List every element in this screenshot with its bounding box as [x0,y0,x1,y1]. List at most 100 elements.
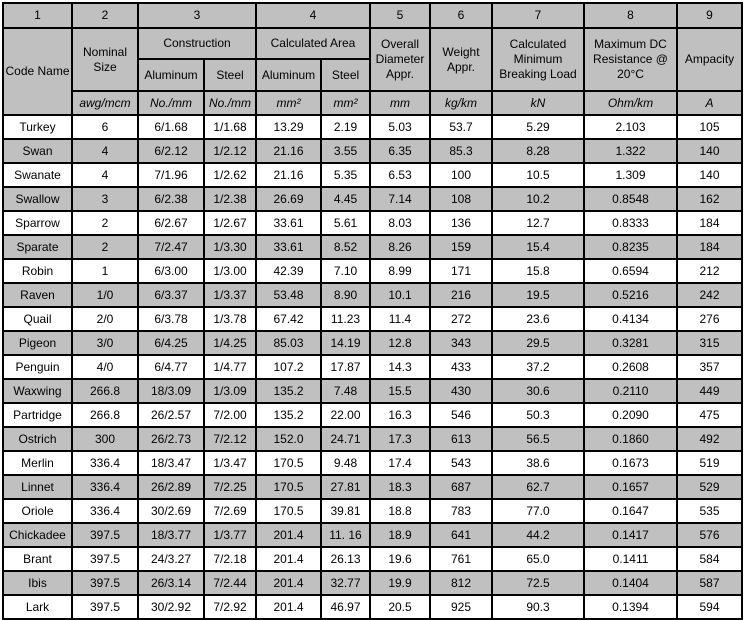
table-row: Raven 1/0 6/3.37 1/3.37 53.48 8.90 10.1 216 19.5… [2,282,743,308]
value-cell: 397.5 [71,546,139,572]
value-cell: 6/2.12 [137,138,205,164]
value-cell: 67.42 [255,306,322,332]
value-cell: 18.9 [369,522,431,548]
code-name-cell: Swanate [2,162,73,188]
value-cell: 29.5 [491,330,585,356]
value-cell: 343 [429,330,493,356]
value-cell: 1/1.68 [203,114,257,140]
value-cell: 1/2.38 [203,186,257,212]
code-name-cell: Chickadee [2,522,73,548]
value-cell: 594 [676,594,743,620]
code-name-cell: Ostrich [2,426,73,452]
code-name-cell: Swan [2,138,73,164]
header-weight: Weight Appr. [429,27,493,92]
value-cell: 1/2.62 [203,162,257,188]
value-cell: 543 [429,450,493,476]
value-cell: 152.0 [255,426,322,452]
value-cell: 7/2.47 [137,234,205,260]
value-cell: 10.2 [491,186,585,212]
value-cell: 2.103 [583,114,678,140]
value-cell: 170.5 [255,498,322,524]
value-cell: 7/2.12 [203,426,257,452]
col-number: 7 [491,2,585,29]
value-cell: 7/1.96 [137,162,205,188]
value-cell: 6.53 [369,162,431,188]
value-cell: 26/2.57 [137,402,205,428]
value-cell: 0.1860 [583,426,678,452]
value-cell: 159 [429,234,493,260]
value-cell: 276 [676,306,743,332]
value-cell: 0.2090 [583,402,678,428]
value-cell: 8.90 [320,282,371,308]
unit-cell: mm² [255,90,322,116]
value-cell: 15.8 [491,258,585,284]
header-dc-resistance: Maximum DC Resistance @ 20°C [583,27,678,92]
value-cell: 11. 16 [320,522,371,548]
code-name-cell: Merlin [2,450,73,476]
value-cell: 0.1394 [583,594,678,620]
value-cell: 50.3 [491,402,585,428]
value-cell: 4.45 [320,186,371,212]
value-cell: 1/4.77 [203,354,257,380]
value-cell: 2.19 [320,114,371,140]
value-cell: 15.5 [369,378,431,404]
value-cell: 140 [676,138,743,164]
value-cell: 266.8 [71,378,139,404]
value-cell: 12.7 [491,210,585,236]
value-cell: 357 [676,354,743,380]
col-number: 9 [676,2,743,29]
value-cell: 475 [676,402,743,428]
code-name-cell: Lark [2,594,73,620]
value-cell: 216 [429,282,493,308]
value-cell: 6/4.77 [137,354,205,380]
unit-cell: kN [491,90,585,116]
value-cell: 26.69 [255,186,322,212]
value-cell: 2 [71,210,139,236]
value-cell: 6.35 [369,138,431,164]
value-cell: 107.2 [255,354,322,380]
value-cell: 7.48 [320,378,371,404]
value-cell: 336.4 [71,474,139,500]
value-cell: 0.1411 [583,546,678,572]
value-cell: 26/2.89 [137,474,205,500]
value-cell: 18/3.09 [137,378,205,404]
value-cell: 19.6 [369,546,431,572]
value-cell: 687 [429,474,493,500]
value-cell: 272 [429,306,493,332]
value-cell: 26/2.73 [137,426,205,452]
units-row: awg/mcm No./mm No./mm mm² mm² mm kg/km kN Ohm/km… [3,90,743,116]
header-calculated-area: Calculated Area [255,27,371,60]
value-cell: 7/2.69 [203,498,257,524]
value-cell: 761 [429,546,493,572]
table-row: Ostrich 300 26/2.73 7/2.12 152.0 24.71 17.3 613… [2,426,743,452]
value-cell: 1/2.12 [203,138,257,164]
value-cell: 0.4134 [583,306,678,332]
value-cell: 7/2.92 [203,594,257,620]
table-row: Waxwing 266.8 18/3.09 1/3.09 135.2 7.48 15.5 43… [2,378,743,404]
value-cell: 85.03 [255,330,322,356]
value-cell: 0.2110 [583,378,678,404]
value-cell: 37.2 [491,354,585,380]
value-cell: 10.5 [491,162,585,188]
code-name-cell: Pigeon [2,330,73,356]
header-code-name: Code Name [2,27,73,116]
code-name-cell: Quail [2,306,73,332]
value-cell: 5.35 [320,162,371,188]
value-cell: 0.5216 [583,282,678,308]
value-cell: 0.8548 [583,186,678,212]
value-cell: 529 [676,474,743,500]
value-cell: 162 [676,186,743,212]
value-cell: 7.10 [320,258,371,284]
value-cell: 17.3 [369,426,431,452]
value-cell: 8.03 [369,210,431,236]
value-cell: 8.26 [369,234,431,260]
value-cell: 38.6 [491,450,585,476]
header-row: Code Name Nominal Size Construction Calc… [2,27,743,116]
value-cell: 184 [676,210,743,236]
value-cell: 30/2.69 [137,498,205,524]
code-name-cell: Waxwing [2,378,73,404]
col-number: 8 [583,2,678,29]
value-cell: 6/1.68 [137,114,205,140]
table-row: Lark 397.5 30/2.92 7/2.92 201.4 46.97 20.5 925 9… [2,594,743,620]
value-cell: 1/3.00 [203,258,257,284]
